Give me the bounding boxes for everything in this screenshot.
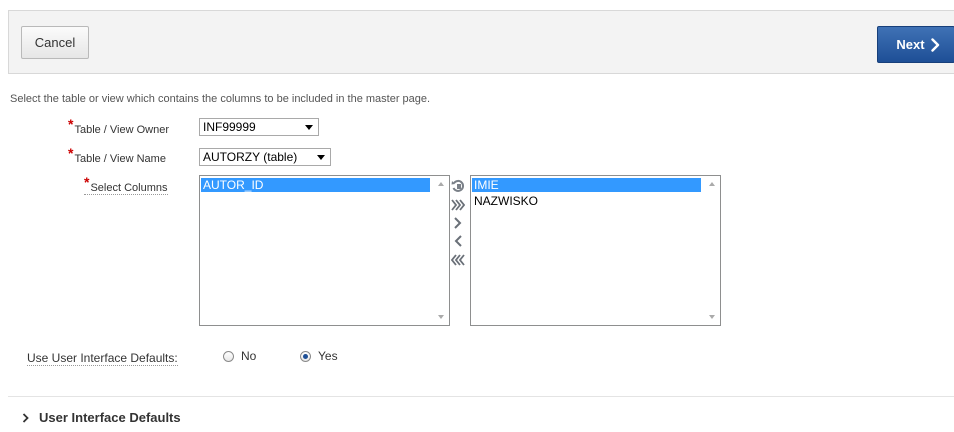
owner-select-value: INF99999 bbox=[203, 120, 256, 134]
scroll-down-icon[interactable] bbox=[709, 315, 715, 319]
region-title: User Interface Defaults bbox=[39, 410, 181, 425]
columns-label: Select Columns bbox=[90, 182, 168, 194]
remove-icon bbox=[454, 235, 462, 247]
selected-columns-list[interactable]: IMIE NAZWISKO bbox=[470, 175, 721, 326]
next-button[interactable]: Next bbox=[877, 26, 954, 63]
remove-all-button[interactable] bbox=[450, 252, 466, 268]
table-name-select-value: AUTORZY (table) bbox=[203, 150, 298, 164]
required-icon: * bbox=[68, 116, 74, 132]
chevron-right-icon bbox=[930, 37, 939, 52]
wizard-description: Select the table or view which contains … bbox=[10, 93, 431, 105]
list-item[interactable]: IMIE bbox=[472, 178, 701, 192]
cancel-button[interactable]: Cancel bbox=[21, 26, 89, 59]
scroll-up-icon[interactable] bbox=[438, 182, 444, 186]
radio-no[interactable] bbox=[223, 350, 234, 362]
wizard-button-bar: Cancel Next bbox=[8, 10, 954, 74]
scrollbar[interactable] bbox=[705, 176, 720, 325]
columns-label-wrap: *Select Columns bbox=[84, 174, 168, 195]
radio-no-wrap[interactable]: No bbox=[223, 349, 256, 363]
table-name-label-wrap: *Table / View Name bbox=[68, 145, 166, 165]
radio-no-label[interactable]: No bbox=[241, 349, 256, 363]
list-item[interactable]: NAZWISKO bbox=[472, 194, 538, 208]
owner-label: Table / View Owner bbox=[74, 124, 170, 136]
move-all-icon bbox=[451, 199, 465, 211]
reset-button[interactable] bbox=[450, 178, 466, 194]
move-button[interactable] bbox=[450, 215, 466, 231]
scroll-up-icon[interactable] bbox=[709, 182, 715, 186]
dropdown-arrow-icon bbox=[317, 154, 325, 160]
remove-button[interactable] bbox=[450, 233, 466, 249]
radio-yes-label[interactable]: Yes bbox=[318, 349, 338, 363]
move-all-button[interactable] bbox=[450, 197, 466, 213]
divider bbox=[8, 396, 954, 397]
ui-defaults-region-toggle[interactable]: User Interface Defaults bbox=[22, 410, 181, 425]
move-icon bbox=[454, 217, 462, 229]
radio-yes[interactable] bbox=[300, 350, 311, 362]
table-name-select[interactable]: AUTORZY (table) bbox=[199, 148, 331, 166]
dropdown-arrow-icon bbox=[305, 124, 313, 130]
radio-yes-wrap[interactable]: Yes bbox=[300, 349, 338, 363]
owner-select[interactable]: INF99999 bbox=[199, 118, 319, 136]
remove-all-icon bbox=[451, 254, 465, 266]
owner-label-wrap: *Table / View Owner bbox=[68, 116, 170, 136]
required-icon: * bbox=[68, 145, 74, 161]
next-button-label: Next bbox=[896, 37, 925, 52]
available-columns-list[interactable]: AUTOR_ID bbox=[199, 175, 450, 326]
scroll-down-icon[interactable] bbox=[438, 315, 444, 319]
reset-icon bbox=[451, 179, 465, 192]
required-icon: * bbox=[84, 174, 90, 190]
list-item[interactable]: AUTOR_ID bbox=[201, 178, 430, 192]
chevron-right-icon bbox=[22, 412, 29, 423]
table-name-label: Table / View Name bbox=[74, 153, 166, 165]
scrollbar[interactable] bbox=[434, 176, 449, 325]
ui-defaults-label: Use User Interface Defaults: bbox=[27, 351, 178, 366]
